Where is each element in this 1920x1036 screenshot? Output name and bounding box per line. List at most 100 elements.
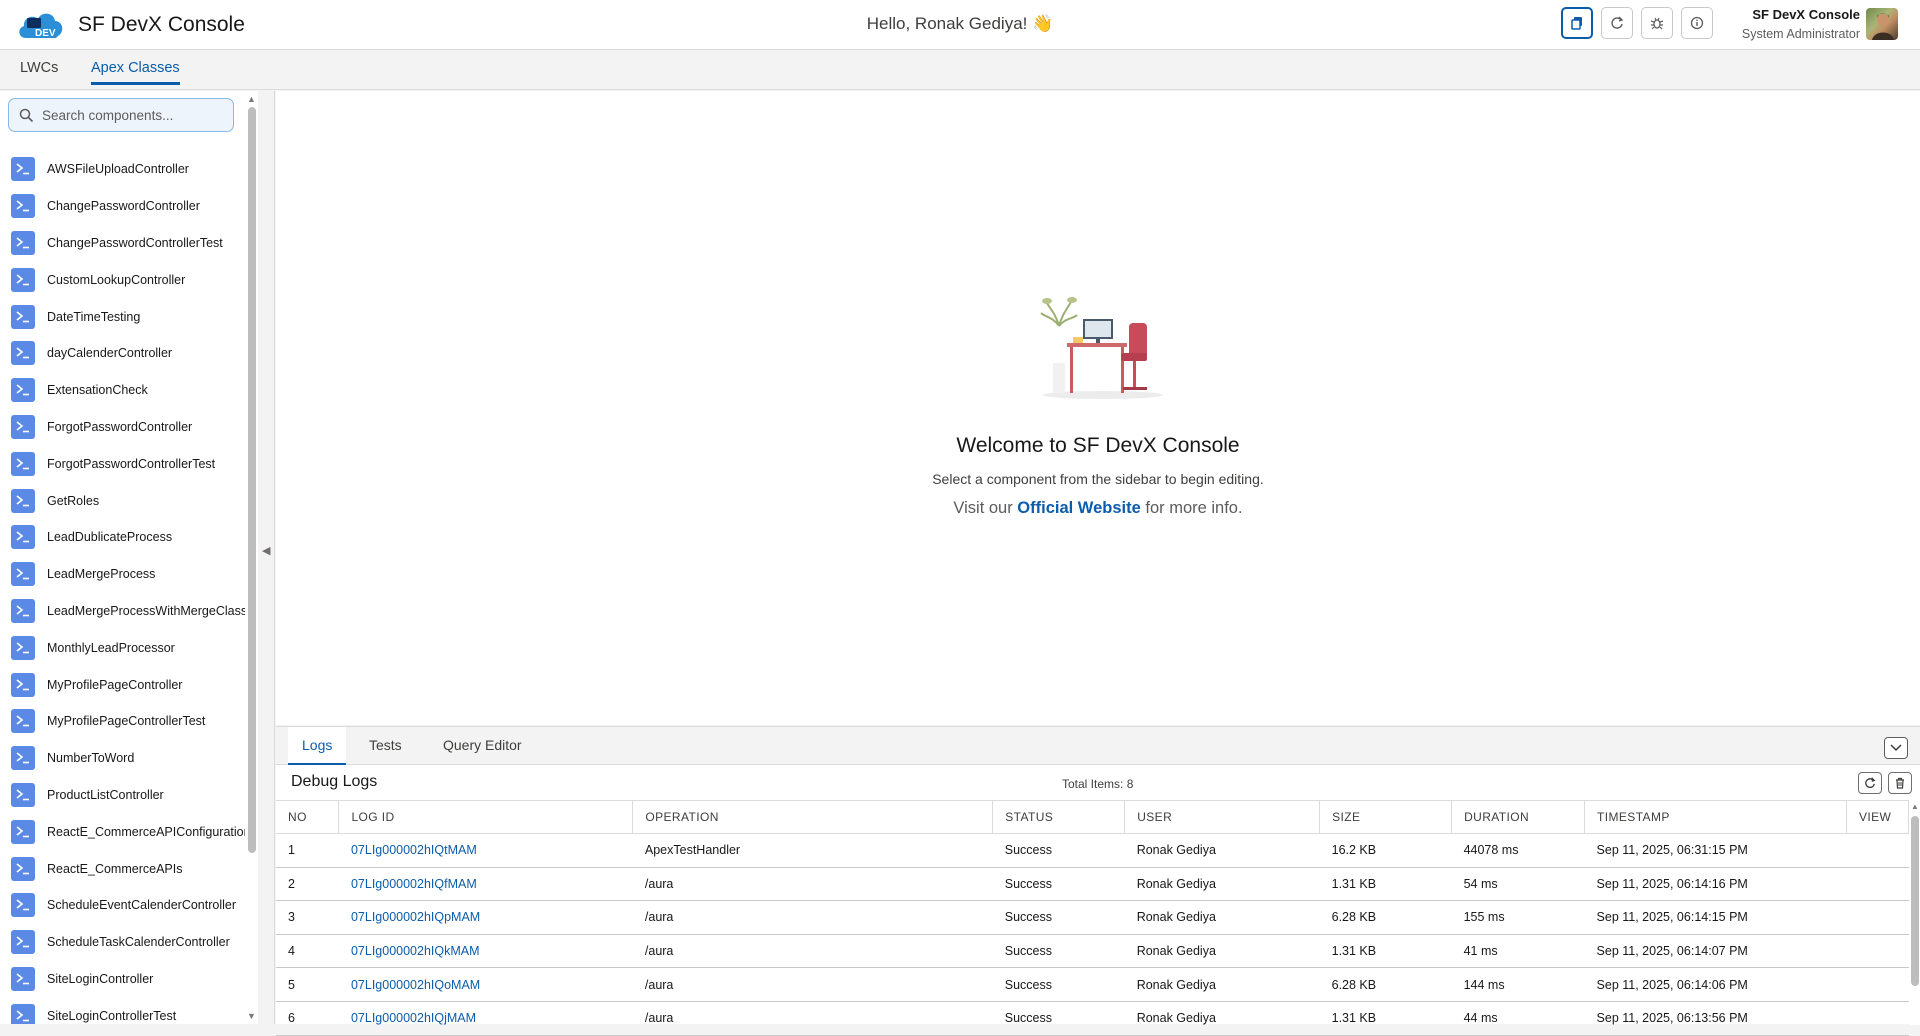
log-id-link[interactable]: 07LIg000002hIQtMAM	[338, 833, 633, 868]
log-id-link[interactable]: 07LIg000002hIQjMAM	[338, 1001, 633, 1036]
column-header[interactable]: LOG ID	[338, 800, 634, 834]
sidebar-scrollbar[interactable]: ▲ ▼	[245, 91, 257, 1024]
sidebar-item-apex-class[interactable]: ScheduleTaskCalenderController	[0, 924, 248, 961]
search-box[interactable]	[8, 98, 234, 132]
apex-class-name: ForgotPasswordControllerTest	[47, 456, 216, 471]
app-logo-icon: DEV	[16, 8, 66, 42]
user-info[interactable]: SF DevX Console System Administrator	[1720, 7, 1860, 41]
log-id-link[interactable]: 07LIg000002hIQoMAM	[338, 967, 633, 1002]
bug-icon	[1650, 17, 1664, 30]
sidebar-item-apex-class[interactable]: MonthlyLeadProcessor	[0, 629, 248, 666]
table-cell: 1.31 KB	[1319, 867, 1452, 902]
table-row[interactable]: 5 07LIg000002hIQoMAM/aura Success Ronak Ged…	[276, 967, 1909, 1002]
tab-lwcs[interactable]: LWCs	[20, 60, 58, 82]
apex-class-name: ChangePasswordController	[47, 199, 200, 214]
sidebar-item-apex-class[interactable]: ScheduleEventCalenderController	[0, 887, 248, 924]
trash-icon	[1896, 777, 1904, 789]
avatar[interactable]	[1866, 8, 1898, 40]
scroll-up-arrow-icon[interactable]: ▲	[1911, 802, 1919, 811]
sidebar-item-apex-class[interactable]: GetRoles	[0, 482, 248, 519]
apex-class-name: MyProfilePageController	[47, 677, 183, 692]
column-header[interactable]: STATUS	[992, 800, 1126, 834]
table-row[interactable]: 4 07LIg000002hIQkMAM/aura Success Ronak Ged…	[276, 934, 1909, 969]
sidebar-item-apex-class[interactable]: MyProfilePageControllerTest	[0, 703, 248, 740]
sidebar-collapse-handle[interactable]: ◀	[259, 91, 275, 1024]
apex-class-icon	[11, 893, 35, 918]
table-scrollbar[interactable]: ▲	[1910, 800, 1920, 1025]
tab-query-editor[interactable]: Query Editor	[429, 727, 536, 765]
log-id-link[interactable]: 07LIg000002hIQfMAM	[338, 867, 633, 902]
greeting-text: Hello, Ronak Gediya! 👋	[866, 14, 1054, 33]
apex-class-icon	[11, 378, 35, 403]
table-cell: Ronak Gediya	[1124, 867, 1320, 902]
table-scroll-thumb[interactable]	[1911, 816, 1919, 986]
sidebar-item-apex-class[interactable]: ChangePasswordController	[0, 188, 248, 225]
collapse-left-icon[interactable]: ◀	[262, 544, 270, 557]
apex-class-name: MonthlyLeadProcessor	[47, 640, 175, 655]
column-header[interactable]: SIZE	[1319, 800, 1453, 834]
sidebar-item-apex-class[interactable]: ExtensationCheck	[0, 372, 248, 409]
sidebar-item-apex-class[interactable]: NumberToWord	[0, 740, 248, 777]
sidebar-item-apex-class[interactable]: ReactE_CommerceAPIConfiguration	[0, 813, 251, 850]
apex-class-icon	[11, 194, 35, 219]
sidebar-item-apex-class[interactable]: dayCalenderController	[0, 335, 248, 372]
sidebar-item-apex-class[interactable]: LeadMergeProcess	[0, 556, 248, 593]
sidebar-item-apex-class[interactable]: DateTimeTesting	[0, 298, 248, 335]
official-website-link[interactable]: Official Website	[1017, 499, 1140, 517]
log-id-link[interactable]: 07LIg000002hIQkMAM	[338, 934, 633, 969]
user-name: SF DevX Console	[1752, 7, 1860, 22]
sidebar-item-apex-class[interactable]: SiteLoginControllerTest	[0, 997, 248, 1024]
refresh-logs-button[interactable]	[1858, 772, 1882, 794]
sidebar-item-apex-class[interactable]: ReactE_CommerceAPIs	[0, 850, 248, 887]
sidebar-item-apex-class[interactable]: LeadMergeProcessWithMergeClass	[0, 593, 248, 630]
column-header[interactable]: DURATION	[1451, 800, 1586, 834]
sidebar-item-apex-class[interactable]: ForgotPasswordController	[0, 409, 248, 446]
tab-logs[interactable]: Logs	[288, 727, 347, 765]
sidebar-item-apex-class[interactable]: ProductListController	[0, 777, 248, 814]
collapse-panel-button[interactable]	[1884, 737, 1908, 759]
table-row[interactable]: 2 07LIg000002hIQfMAM/aura Success Ronak Ged…	[276, 867, 1909, 902]
info-button[interactable]	[1681, 7, 1713, 39]
sidebar-item-apex-class[interactable]: ForgotPasswordControllerTest	[0, 445, 248, 482]
sidebar-item-apex-class[interactable]: CustomLookupController	[0, 261, 248, 298]
log-id-link[interactable]: 07LIg000002hIQpMAM	[338, 900, 633, 935]
total-items-count: Total Items: 8	[1062, 777, 1134, 791]
sidebar-item-apex-class[interactable]: AWSFileUploadController	[0, 151, 248, 188]
apex-class-name: CustomLookupController	[47, 272, 186, 287]
table-cell: Ronak Gediya	[1124, 967, 1320, 1002]
table-cell: Success	[992, 934, 1125, 969]
debug-button[interactable]	[1641, 7, 1673, 39]
tab-apex-classes[interactable]: Apex Classes	[91, 60, 180, 85]
sidebar-item-apex-class[interactable]: ChangePasswordControllerTest	[0, 225, 248, 262]
debug-logs-table: NO LOG ID OPERATION STATUS USER SIZE DURATION T…	[276, 800, 1910, 1036]
delete-logs-button[interactable]	[1888, 772, 1912, 794]
scroll-down-arrow-icon[interactable]: ▼	[247, 1011, 256, 1021]
apex-class-name: SiteLoginController	[47, 971, 154, 986]
apex-class-icon	[11, 930, 35, 955]
sidebar-item-apex-class[interactable]: SiteLoginController	[0, 961, 248, 998]
refresh-button[interactable]	[1601, 7, 1633, 39]
table-row[interactable]: 6 07LIg000002hIQjMAM/aura Success Ronak Ged…	[276, 1001, 1909, 1036]
apex-class-name: LeadMergeProcessWithMergeClass	[47, 603, 248, 618]
header-actions	[1561, 7, 1713, 39]
copy-button[interactable]	[1561, 7, 1593, 39]
table-cell: Ronak Gediya	[1124, 1001, 1320, 1036]
component-tabs: LWCs Apex Classes	[0, 50, 1920, 90]
table-cell: 144 ms	[1451, 967, 1585, 1002]
column-header[interactable]: OPERATION	[632, 800, 994, 834]
table-cell: 1	[276, 833, 339, 868]
tab-tests[interactable]: Tests	[355, 727, 416, 765]
search-input[interactable]	[42, 107, 222, 123]
column-header[interactable]: TIMESTAMP	[1584, 800, 1847, 834]
sidebar-scroll-thumb[interactable]	[248, 107, 256, 853]
scroll-up-arrow-icon[interactable]: ▲	[247, 94, 256, 104]
column-header[interactable]: NO	[276, 800, 340, 834]
table-row[interactable]: 3 07LIg000002hIQpMAM/aura Success Ronak Ged…	[276, 900, 1909, 935]
table-row[interactable]: 1 07LIg000002hIQtMAM ApexTestHandler Succes…	[276, 833, 1909, 868]
sidebar-item-apex-class[interactable]: MyProfilePageController	[0, 666, 248, 703]
apex-class-icon	[11, 819, 35, 844]
column-header[interactable]: VIEW	[1846, 800, 1910, 834]
table-body: 1 07LIg000002hIQtMAM ApexTestHandler Succes…	[276, 833, 1909, 1036]
column-header[interactable]: USER	[1124, 800, 1321, 834]
sidebar-item-apex-class[interactable]: LeadDublicateProcess	[0, 519, 248, 556]
